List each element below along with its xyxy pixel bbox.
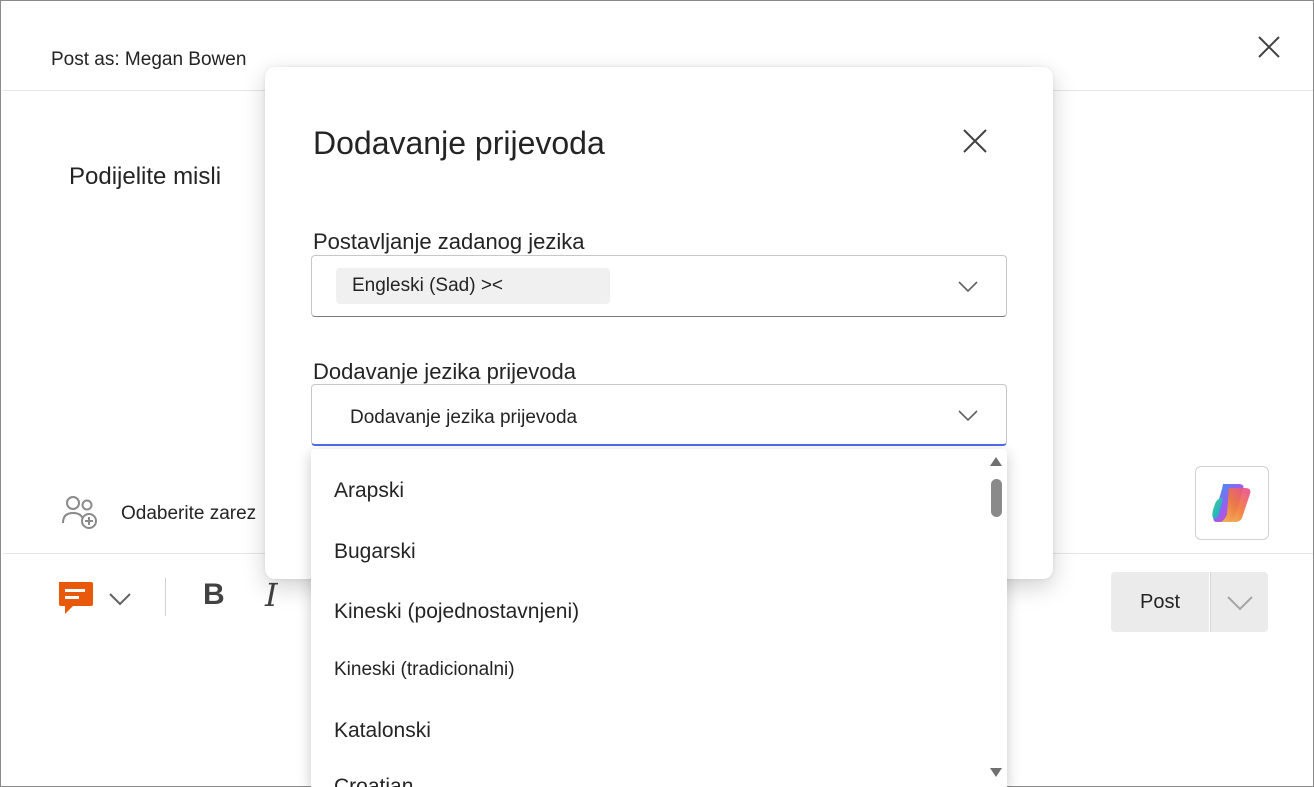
- default-language-dropdown[interactable]: Engleski (Sad) ><: [311, 255, 1007, 317]
- chevron-down-icon: [956, 403, 980, 427]
- italic-button[interactable]: I: [265, 576, 278, 614]
- app-window: Post as: Megan Bowen Podijelite misli Od…: [0, 0, 1314, 787]
- toolbar-divider: [165, 578, 166, 616]
- translation-language-dropdown[interactable]: Dodavanje jezika prijevoda: [311, 384, 1007, 446]
- scroll-up-arrow[interactable]: [990, 457, 1002, 466]
- post-options-button[interactable]: [1210, 572, 1268, 632]
- translation-language-placeholder: Dodavanje jezika prijevoda: [350, 407, 578, 428]
- chevron-down-icon: [1226, 596, 1253, 611]
- scrollbar-thumb[interactable]: [991, 479, 1002, 517]
- message-input[interactable]: Podijelite misli: [69, 163, 221, 191]
- language-option[interactable]: Croatian: [334, 775, 413, 787]
- language-option[interactable]: Arapski: [334, 479, 404, 503]
- close-icon[interactable]: [959, 125, 991, 157]
- language-listbox[interactable]: Arapski Bugarski Kineski (pojednostavnje…: [311, 449, 1007, 787]
- copilot-button[interactable]: [1195, 466, 1269, 540]
- post-as-label: Post as: Megan Bowen: [51, 49, 247, 70]
- people-add-icon[interactable]: [61, 493, 101, 533]
- praise-icon[interactable]: [55, 578, 97, 618]
- language-option[interactable]: Katalonski: [334, 719, 431, 743]
- translation-language-label: Dodavanje jezika prijevoda: [313, 359, 576, 384]
- scroll-down-arrow[interactable]: [990, 768, 1002, 777]
- dialog-title: Dodavanje prijevoda: [313, 125, 605, 161]
- audience-selector[interactable]: Odaberite zarez: [121, 503, 256, 525]
- chevron-down-icon[interactable]: [107, 586, 133, 612]
- composer-close-icon[interactable]: [1253, 31, 1285, 63]
- bold-button[interactable]: B: [203, 578, 225, 612]
- copilot-icon: [1212, 484, 1251, 522]
- default-language-label: Postavljanje zadanog jezika: [313, 229, 585, 254]
- language-option[interactable]: Kineski (pojednostavnjeni): [334, 600, 579, 624]
- default-language-chip[interactable]: Engleski (Sad) ><: [336, 268, 610, 304]
- language-option[interactable]: Bugarski: [334, 540, 416, 564]
- chevron-down-icon: [956, 274, 980, 298]
- post-button[interactable]: Post: [1111, 572, 1209, 632]
- language-option[interactable]: Kineski (tradicionalni): [334, 659, 515, 681]
